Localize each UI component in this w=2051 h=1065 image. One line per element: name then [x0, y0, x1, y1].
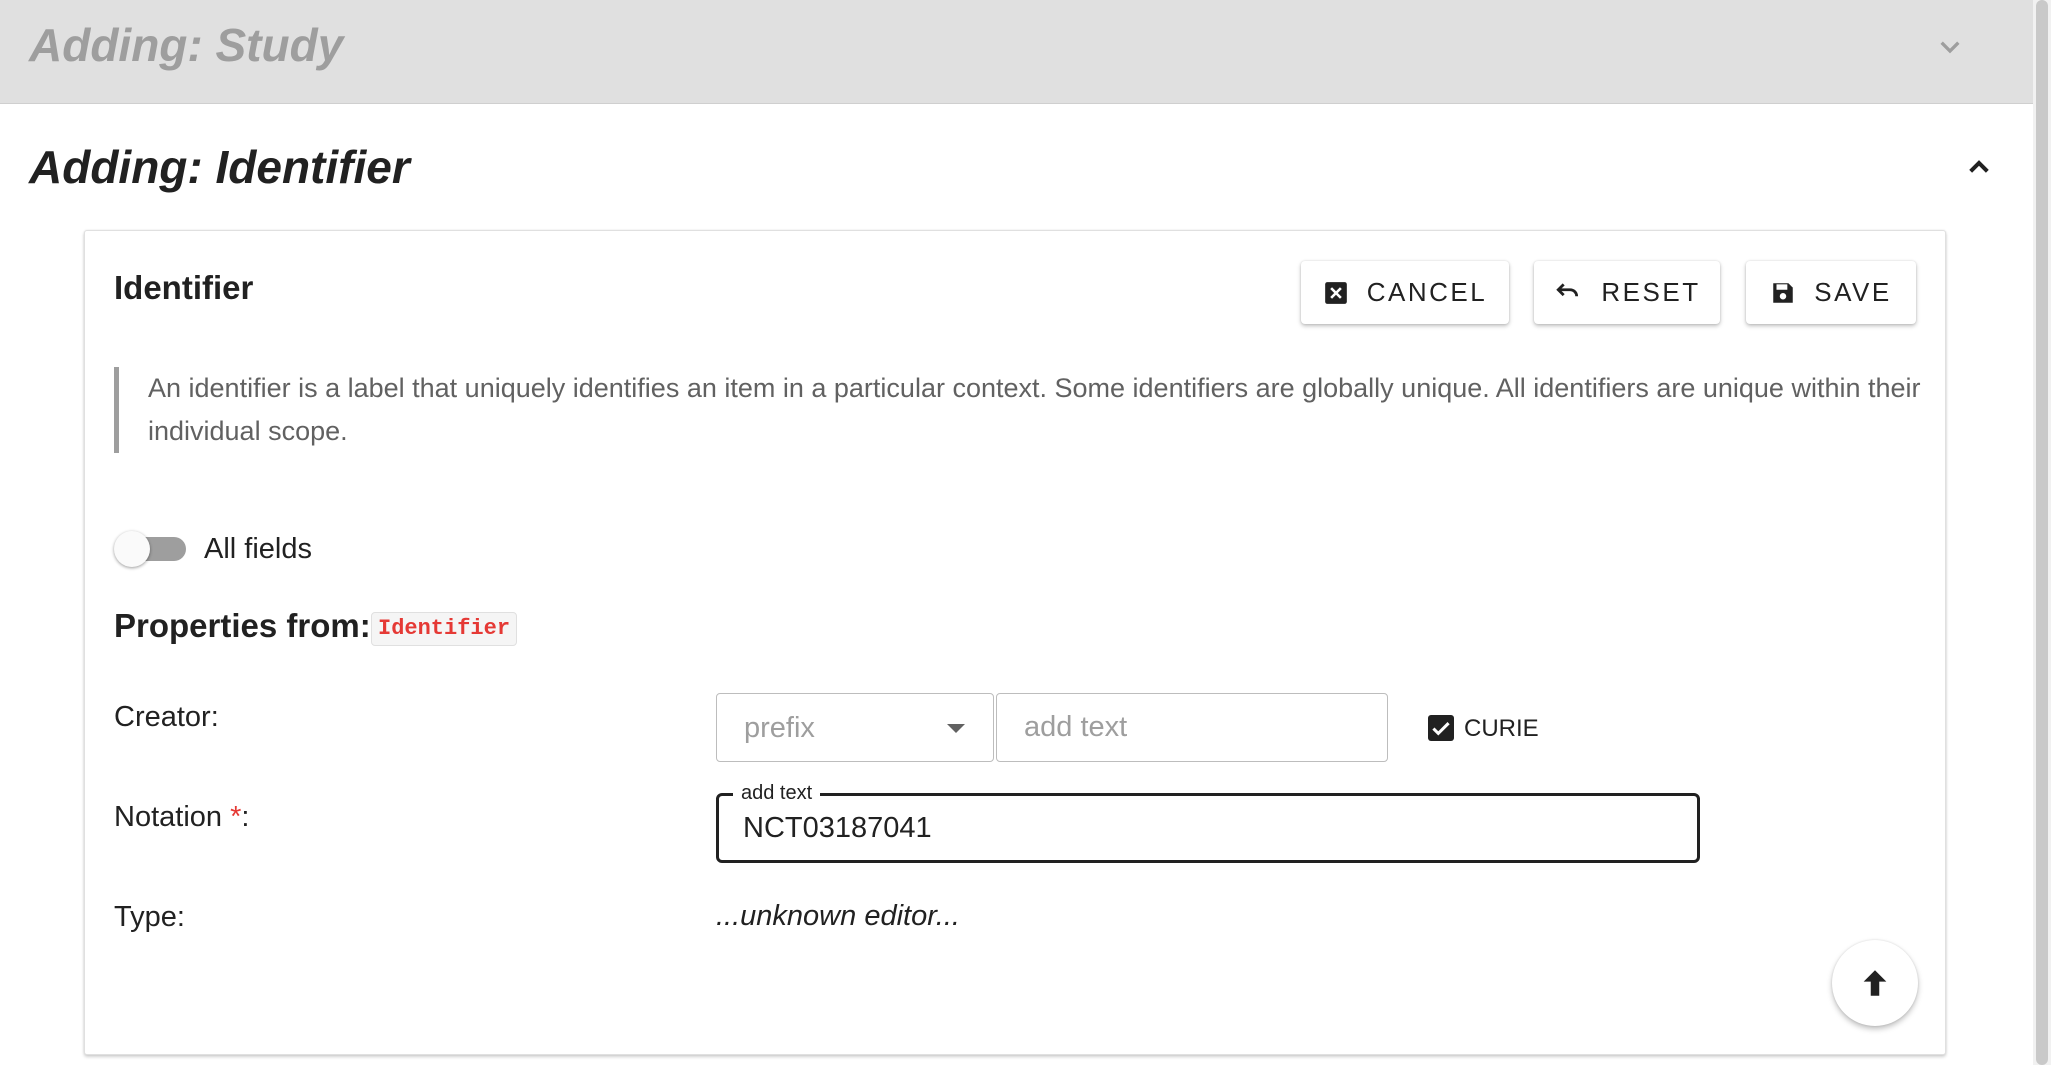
chevron-up-icon[interactable]: [1959, 148, 1999, 188]
required-marker: *: [230, 801, 242, 833]
close-box-icon: [1324, 281, 1347, 304]
type-label: Type:: [114, 901, 185, 933]
notation-input[interactable]: [743, 810, 1643, 846]
curie-label: CURIE: [1464, 715, 1539, 742]
panel-study-title: Adding: Study: [29, 19, 344, 71]
checkmark-icon: [1432, 722, 1450, 736]
identifier-form-card: Identifier CANCEL RESET SAVE An identifi…: [84, 230, 1946, 1055]
arrow-up-icon: [1863, 970, 1887, 996]
reset-button[interactable]: RESET: [1534, 261, 1720, 324]
type-unknown-editor: ...unknown editor...: [716, 900, 960, 932]
curie-checkbox[interactable]: [1428, 715, 1454, 741]
notation-label-text: Notation: [114, 801, 223, 833]
notation-label: Notation *:: [114, 801, 249, 834]
floppy-disk-icon: [1773, 282, 1794, 303]
properties-from-label: Properties from:: [114, 607, 371, 644]
cancel-button[interactable]: CANCEL: [1301, 261, 1509, 324]
identifier-description: An identifier is a label that uniquely i…: [114, 367, 1938, 453]
reset-button-label: RESET: [1601, 277, 1701, 307]
dropdown-arrow-icon: [947, 724, 965, 733]
scroll-to-top-button[interactable]: [1832, 940, 1918, 1026]
scrollbar-track[interactable]: [2033, 0, 2051, 1065]
notation-label-suffix: :: [241, 801, 250, 833]
save-button[interactable]: SAVE: [1746, 261, 1916, 324]
scrollbar-thumb[interactable]: [2036, 0, 2048, 1065]
class-name-chip: Identifier: [371, 612, 518, 646]
save-button-label: SAVE: [1814, 277, 1892, 307]
all-fields-label: All fields: [204, 533, 312, 565]
prefix-select-placeholder: prefix: [744, 712, 815, 744]
undo-icon: [1556, 282, 1579, 296]
creator-label: Creator:: [114, 701, 219, 733]
prefix-select[interactable]: prefix: [716, 693, 994, 762]
notation-legend: add text: [733, 782, 821, 805]
all-fields-toggle[interactable]: [114, 531, 190, 567]
card-title: Identifier: [114, 269, 254, 306]
toggle-knob: [114, 531, 150, 567]
panel-study-header[interactable]: Adding: Study: [0, 0, 2033, 104]
notation-field[interactable]: add text: [716, 782, 1700, 863]
chevron-down-icon[interactable]: [1930, 26, 1970, 66]
creator-text-input[interactable]: [996, 693, 1388, 762]
panel-identifier-title: Adding: Identifier: [29, 141, 410, 193]
cancel-button-label: CANCEL: [1366, 277, 1488, 307]
